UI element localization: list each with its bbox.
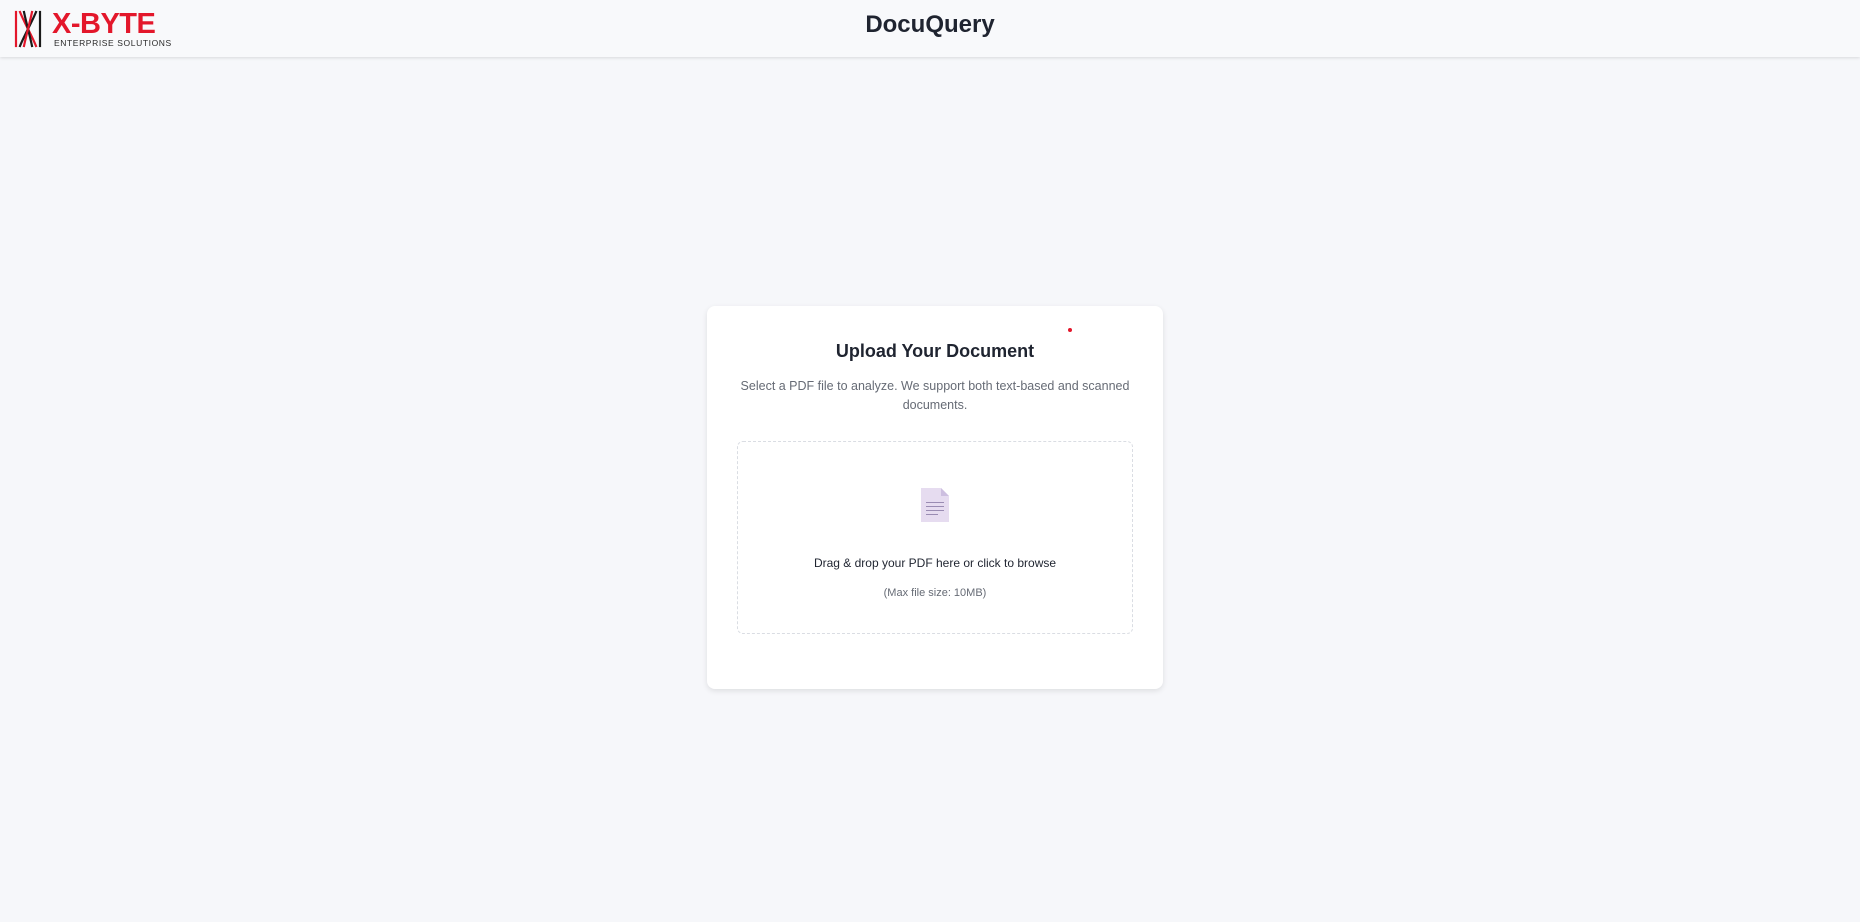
dropzone-size-note: (Max file size: 10MB) (883, 587, 987, 599)
red-dot (1068, 328, 1072, 332)
upload-card: Upload Your Document Select a PDF file t… (707, 306, 1163, 689)
dropzone-prompt: Drag & drop your PDF here or click to br… (813, 556, 1057, 570)
document-icon (921, 488, 949, 522)
app-title: DocuQuery (865, 11, 995, 38)
upload-description: Select a PDF file to analyze. We support… (740, 379, 1130, 412)
upload-title: Upload Your Document (835, 341, 1035, 361)
pdf-dropzone[interactable]: Drag & drop your PDF here or click to br… (737, 441, 1133, 634)
app-header: X-BYTE ENTERPRISE SOLUTIONS DocuQuery (0, 0, 1860, 57)
